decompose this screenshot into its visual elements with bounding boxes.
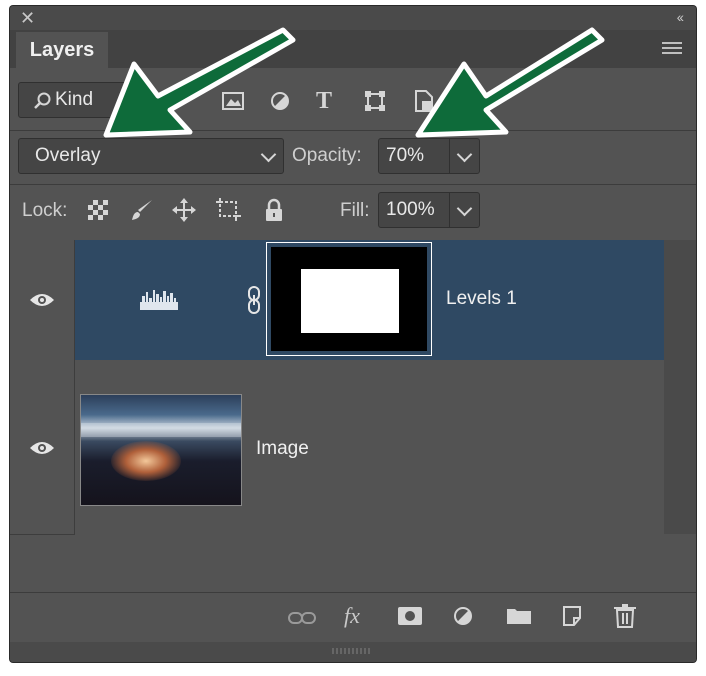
arrow-right bbox=[415, 27, 605, 138]
annotation-arrows bbox=[103, 27, 605, 138]
arrow-left bbox=[103, 27, 296, 138]
